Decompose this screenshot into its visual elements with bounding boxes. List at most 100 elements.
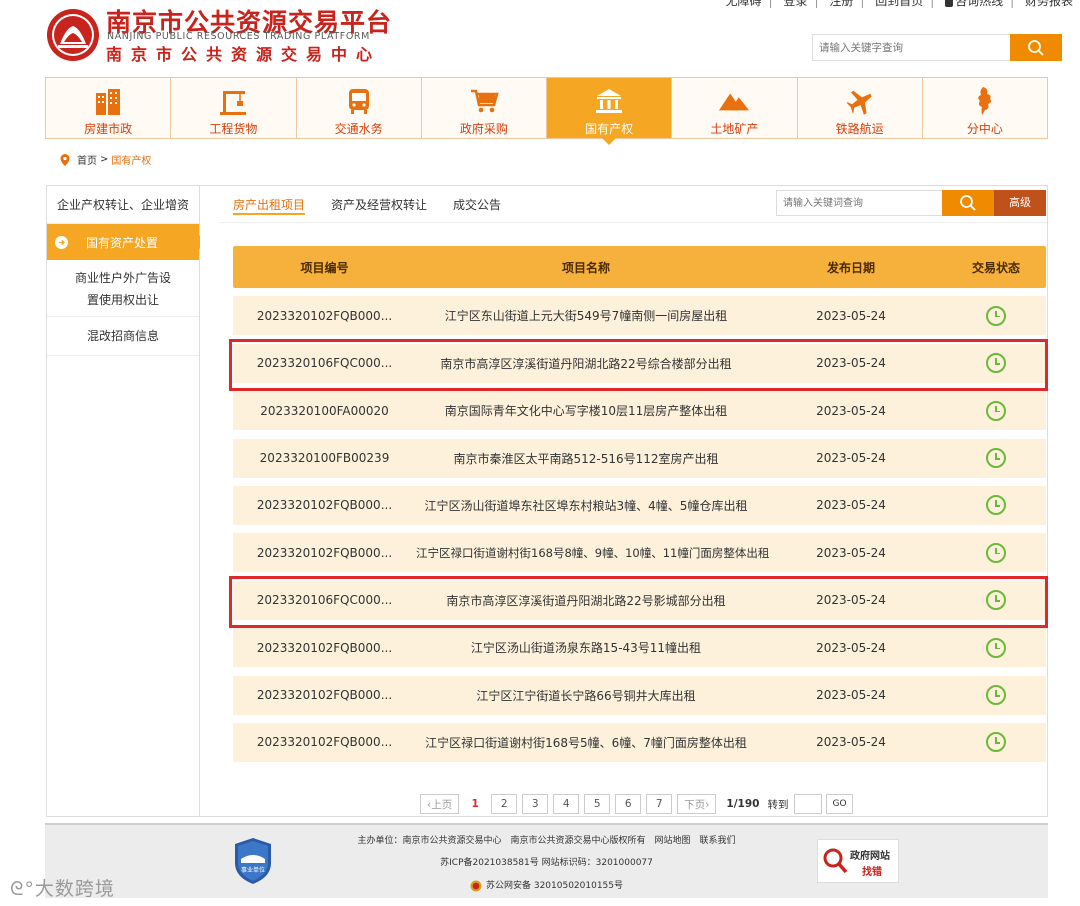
cell-id: 2023320102FQB000...	[256, 308, 393, 323]
page-button-current[interactable]: 1	[464, 794, 487, 814]
police-emblem-icon	[470, 880, 482, 891]
pagination: ‹上页 1 2 3 4 5 6 7 下页› 1/190 转到 GO	[420, 794, 853, 814]
cell-name[interactable]: 江宁区汤山街道汤泉东路15-43号11幢出租	[416, 639, 756, 656]
separator: |	[768, 0, 773, 8]
header-search	[812, 34, 1062, 61]
goto-label: 转到	[767, 798, 789, 811]
page-button[interactable]: 3	[522, 794, 549, 814]
cell-id: 2023320100FA00020	[260, 403, 389, 418]
nav-label: 工程货物	[209, 122, 258, 136]
cell-name[interactable]: 江宁区东山街道上元大街549号7幢南侧一间房屋出租	[416, 307, 756, 324]
table-row-highlighted[interactable]: 2023320106FQC000... 南京市高淳区淳溪街道丹阳湖北路22号影城…	[229, 575, 1048, 628]
separator: |	[860, 0, 865, 8]
sidebar-item-state-asset-disposal[interactable]: 国有资产处置	[47, 224, 206, 260]
logo-emblem-icon	[47, 9, 99, 61]
top-link-login[interactable]: 登录	[783, 0, 807, 8]
cell-id: 2023320102FQB000...	[256, 640, 393, 655]
table-row[interactable]: 2023320102FQB000... 江宁区汤山街道埠东社区埠东村粮站3幢、4…	[233, 485, 1046, 525]
cell-name[interactable]: 江宁区禄口街道谢村街168号5幢、6幢、7幢门面房整体出租	[416, 734, 756, 751]
cell-date: 2023-05-24	[816, 545, 886, 560]
nav-item-procurement[interactable]: 政府采购	[422, 78, 547, 138]
table-row[interactable]: 2023320102FQB000... 江宁区汤山街道汤泉东路15-43号11幢…	[233, 628, 1046, 668]
cell-date: 2023-05-24	[816, 403, 886, 418]
table-row[interactable]: 2023320102FQB000... 江宁区禄口街道谢村街168号8幢、9幢、…	[233, 533, 1046, 573]
content-search-input[interactable]	[776, 190, 943, 216]
nav-label: 国有产权	[585, 122, 634, 136]
top-link-hotline[interactable]: 咨询热线	[945, 0, 1003, 8]
sidebar-item-mixed-reform[interactable]: 混改招商信息	[47, 317, 199, 356]
table-row[interactable]: 2023320102FQB000... 江宁区江宁街道长宁路66号铜井大库出租 …	[233, 675, 1046, 715]
advanced-search-button[interactable]: 高级	[994, 190, 1046, 216]
breadcrumb-current[interactable]: 国有产权	[111, 152, 151, 167]
top-link-home[interactable]: 回到首页	[875, 0, 923, 8]
table-row[interactable]: 2023320102FQB000... 江宁区东山街道上元大街549号7幢南侧一…	[233, 296, 1046, 336]
cell-name[interactable]: 江宁区禄口街道谢村街168号8幢、9幢、10幢、11幢门面房整体出租	[416, 545, 769, 561]
page-button[interactable]: 6	[615, 794, 642, 814]
cell-date: 2023-05-24	[816, 593, 886, 608]
page-button[interactable]: 5	[584, 794, 611, 814]
top-link-accessibility[interactable]: 无障碍	[726, 0, 762, 8]
next-page-button[interactable]: 下页›	[677, 794, 717, 814]
top-link-register[interactable]: 注册	[829, 0, 853, 8]
watermark-logo-icon: ᘓ°	[10, 878, 35, 900]
cell-name[interactable]: 南京市秦淮区太平南路512-516号112室房产出租	[416, 450, 756, 467]
cell-name[interactable]: 江宁区汤山街道埠东社区埠东村粮站3幢、4幢、5幢仓库出租	[416, 497, 756, 514]
page-total: 1/190	[726, 798, 760, 810]
nav-item-state-property[interactable]: 国有产权	[547, 78, 673, 145]
tab-house-rental[interactable]: 房产出租项目	[220, 186, 318, 224]
top-link-finance[interactable]: 财务报表	[1025, 0, 1073, 8]
cell-name[interactable]: 江宁区江宁街道长宁路66号铜井大库出租	[416, 687, 756, 704]
nav-item-land[interactable]: 土地矿产	[672, 78, 798, 138]
prev-page-button[interactable]: ‹上页	[420, 794, 460, 814]
separator: |	[814, 0, 819, 8]
search-icon	[1028, 39, 1044, 56]
nav-label: 政府采购	[459, 122, 508, 136]
cell-id: 2023320102FQB000...	[256, 688, 393, 703]
nav-item-engineering[interactable]: 工程货物	[171, 78, 297, 138]
nav-item-branch[interactable]: 分中心	[923, 78, 1047, 138]
main-nav: 房建市政 工程货物 交通水务 政府采购 国有产权 土地矿产 铁路航运 分中心	[45, 77, 1048, 145]
tab-bar: 房产出租项目 资产及经营权转让 成交公告	[220, 186, 514, 224]
cell-id: 2023320102FQB000...	[256, 498, 393, 513]
cell-date: 2023-05-24	[816, 735, 886, 750]
page-button[interactable]: 7	[646, 794, 673, 814]
top-links: 无障碍 | 登录 | 注册 | 回到首页 | 咨询热线 | 财务报表	[719, 0, 1080, 9]
table-row[interactable]: 2023320100FA00020 南京国际青年文化中心写字楼10层11层房产整…	[233, 391, 1046, 431]
clock-icon	[986, 353, 1006, 374]
nav-label: 房建市政	[84, 122, 133, 136]
column-header-id: 项目编号	[300, 260, 349, 275]
gov-site-error-report-link[interactable]: 政府网站 找错	[817, 839, 899, 883]
clock-icon	[986, 448, 1006, 469]
tab-deal-notice[interactable]: 成交公告	[440, 186, 514, 224]
watermark-text: 大数跨境	[34, 878, 115, 900]
sidebar-item-outdoor-ad[interactable]: 商业性户外广告设置使用权出让	[47, 262, 199, 317]
cell-date: 2023-05-24	[816, 640, 886, 655]
tab-asset-transfer[interactable]: 资产及经营权转让	[318, 186, 440, 224]
nav-item-transport[interactable]: 交通水务	[297, 78, 422, 138]
header-search-input[interactable]	[813, 35, 1013, 60]
nav-label: 交通水务	[334, 122, 383, 136]
site-footer: 事业单位 主办单位：南京市公共资源交易中心 南京市公共资源交易中心版权所有 网站…	[45, 823, 1048, 898]
cell-name[interactable]: 南京国际青年文化中心写字楼10层11层房产整体出租	[416, 402, 756, 419]
page-button[interactable]: 2	[491, 794, 518, 814]
nav-item-building[interactable]: 房建市政	[46, 78, 172, 138]
mountain-icon	[719, 93, 750, 111]
goto-page-input[interactable]	[794, 794, 823, 814]
table-row[interactable]: 2023320100FB00239 南京市秦淮区太平南路512-516号112室…	[233, 438, 1046, 478]
sidebar-item-enterprise-transfer[interactable]: 企业产权转让、企业增资	[47, 186, 199, 224]
separator: |	[1010, 0, 1015, 8]
table-row[interactable]: 2023320102FQB000... 江宁区禄口街道谢村街168号5幢、6幢、…	[233, 722, 1046, 762]
breadcrumb-home[interactable]: 首页	[77, 152, 97, 167]
site-header: 南京市公共资源交易平台 NANJING PUBLIC RESOURCES TRA…	[0, 0, 1080, 75]
column-header-name: 项目名称	[561, 260, 610, 275]
nav-item-railway[interactable]: 铁路航运	[798, 78, 923, 138]
table-header: 项目编号 项目名称 发布日期 交易状态	[233, 246, 1046, 288]
header-search-button[interactable]	[1010, 34, 1062, 61]
clock-icon	[986, 637, 1006, 658]
content-search-button[interactable]	[942, 190, 994, 216]
goto-button[interactable]: GO	[826, 794, 853, 814]
cell-name[interactable]: 南京市高淳区淳溪街道丹阳湖北路22号影城部分出租	[416, 592, 756, 609]
table-row-highlighted[interactable]: 2023320106FQC000... 南京市高淳区淳溪街道丹阳湖北路22号综合…	[229, 338, 1048, 391]
cell-name[interactable]: 南京市高淳区淳溪街道丹阳湖北路22号综合楼部分出租	[416, 355, 756, 372]
page-button[interactable]: 4	[553, 794, 580, 814]
